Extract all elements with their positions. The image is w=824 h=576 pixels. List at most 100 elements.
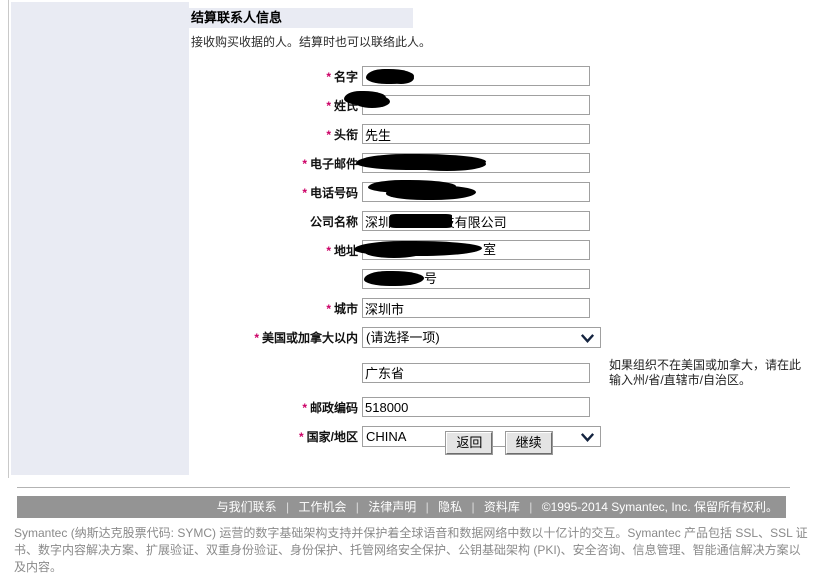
row-spacer [189, 86, 809, 95]
footer-link-legal-notice[interactable]: 法律声明 [362, 500, 422, 514]
label-province: * [189, 357, 362, 388]
footer-nav-bar: 与我们联系 | 工作机会 | 法律声明 | 隐私 | 资料库 | ©1995-2… [17, 496, 786, 518]
label-text: 美国或加拿大以内 [261, 331, 358, 345]
first-name-input[interactable] [362, 66, 590, 86]
footer-link-careers[interactable]: 工作机会 [292, 500, 352, 514]
footer-link-repository[interactable]: 资料库 [478, 500, 526, 514]
page-left-rule [8, 0, 9, 478]
phone-field-wrap [362, 180, 590, 202]
postal-code-input[interactable] [362, 397, 590, 417]
city-field-wrap [362, 298, 590, 318]
form-row-address-line1: * 地址 室 [189, 240, 809, 260]
footer-divider [17, 487, 790, 488]
footer-separator: | [471, 500, 475, 514]
last-name-field-wrap [344, 91, 590, 115]
first-name-field-wrap [362, 66, 590, 86]
footer-separator: | [355, 500, 359, 514]
row-spacer [189, 231, 809, 240]
footer-link-privacy[interactable]: 隐私 [432, 500, 468, 514]
form-row-city: * 城市 [189, 298, 809, 318]
label-last-name: * 姓氏 [189, 95, 362, 115]
address-line1-input[interactable] [362, 240, 590, 260]
form-row-title: * 头衔 [189, 124, 809, 144]
required-asterisk: * [302, 156, 307, 171]
billing-contact-form: * 名字 * 姓氏 * 头衔 先生 * 电子邮件 * 电话号码 公司名称 深圳 … [189, 66, 809, 447]
footer-separator: | [529, 500, 533, 514]
required-asterisk: * [326, 69, 331, 84]
footer-link-contact-us[interactable]: 与我们联系 [211, 500, 283, 514]
row-spacer [189, 144, 809, 153]
label-text: 名字 [333, 69, 358, 84]
section-subtitle: 接收购买收据的人。结算时也可以联络此人。 [191, 35, 432, 49]
required-asterisk: * [326, 243, 331, 258]
state-select[interactable]: (请选择一项) [362, 327, 601, 348]
footer-copyright: ©1995-2014 Symantec, Inc. 保留所有权利。 [541, 500, 778, 514]
label-text: 邮政编码 [309, 400, 358, 415]
province-note: 如果组织不在美国或加拿大，请在此输入州/省/直辖市/自治区。 [609, 358, 802, 387]
row-spacer [189, 318, 809, 327]
province-input[interactable] [362, 362, 590, 383]
form-button-bar: 返回 继续 [189, 431, 809, 455]
address-line1-field-wrap: 室 [354, 240, 590, 260]
required-asterisk: * [302, 185, 307, 200]
row-spacer [189, 260, 809, 269]
label-text: 电话号码 [309, 185, 358, 200]
row-spacer [189, 388, 809, 397]
form-row-email: * 电子邮件 [189, 153, 809, 173]
form-row-postal-code: * 邮政编码 [189, 397, 809, 417]
label-postal-code: * 邮政编码 [189, 397, 362, 417]
form-row-address-line2: * 号 [189, 269, 809, 289]
address-line2-input[interactable] [362, 269, 590, 289]
page-title: 结算联系人信息 [191, 10, 283, 25]
label-title: * 头衔 [189, 124, 362, 144]
postal-code-field-wrap [362, 397, 590, 417]
required-asterisk: * [326, 301, 331, 316]
back-button[interactable]: 返回 [445, 431, 494, 455]
label-text: 姓氏 [333, 98, 358, 113]
required-asterisk: * [302, 400, 307, 415]
form-row-state-select: * 美国或加拿大以内 (请选择一项) [189, 327, 809, 348]
label-address-line2: * [189, 269, 362, 289]
label-phone: * 电话号码 [189, 182, 362, 202]
footer-legal-text: Symantec (纳斯达克股票代码: SYMC) 运营的数字基础架构支持并保护… [14, 526, 808, 574]
label-text: 城市 [333, 301, 358, 316]
address-line2-suffix: 号 [424, 271, 438, 286]
company-field-wrap [362, 211, 590, 231]
phone-input[interactable] [362, 182, 590, 202]
email-input[interactable] [362, 153, 590, 173]
continue-button[interactable]: 继续 [504, 431, 553, 455]
required-asterisk: * [254, 331, 259, 345]
row-spacer [189, 173, 809, 182]
company-input[interactable] [362, 211, 590, 231]
city-input[interactable] [362, 298, 590, 318]
label-text: 地址 [333, 243, 358, 258]
address-line2-field-wrap: 号 [362, 269, 590, 289]
left-sidebar-panel [11, 2, 189, 475]
chevron-down-icon [581, 334, 594, 343]
label-text: 电子邮件 [309, 156, 358, 171]
label-company: *公司名称 [189, 211, 362, 231]
label-first-name: * 名字 [189, 66, 362, 86]
label-address: * 地址 [189, 240, 362, 260]
state-select-value: (请选择一项) [366, 330, 440, 345]
row-spacer [189, 289, 809, 298]
title-input[interactable] [362, 124, 590, 144]
label-text: 头衔 [333, 127, 358, 142]
email-field-wrap [356, 153, 590, 173]
billing-contact-form-panel: 结算联系人信息 接收购买收据的人。结算时也可以联络此人。 * 名字 * 姓氏 *… [189, 2, 809, 475]
label-city: * 城市 [189, 298, 362, 318]
form-row-last-name: * 姓氏 [189, 91, 809, 115]
form-row-phone: * 电话号码 [189, 180, 809, 202]
row-spacer [189, 348, 809, 357]
form-row-first-name: * 名字 [189, 66, 809, 86]
last-name-input[interactable] [362, 95, 590, 115]
required-asterisk: * [326, 98, 331, 113]
form-row-province: * 如果组织不在美国或加拿大，请在此输入州/省/直辖市/自治区。 [189, 357, 809, 388]
footer-separator: | [285, 500, 290, 514]
title-field-wrap [362, 124, 590, 144]
row-spacer [189, 115, 809, 124]
row-spacer [189, 202, 809, 211]
required-asterisk: * [326, 127, 331, 142]
label-text: 公司名称 [309, 214, 358, 229]
footer-separator: | [425, 500, 429, 514]
